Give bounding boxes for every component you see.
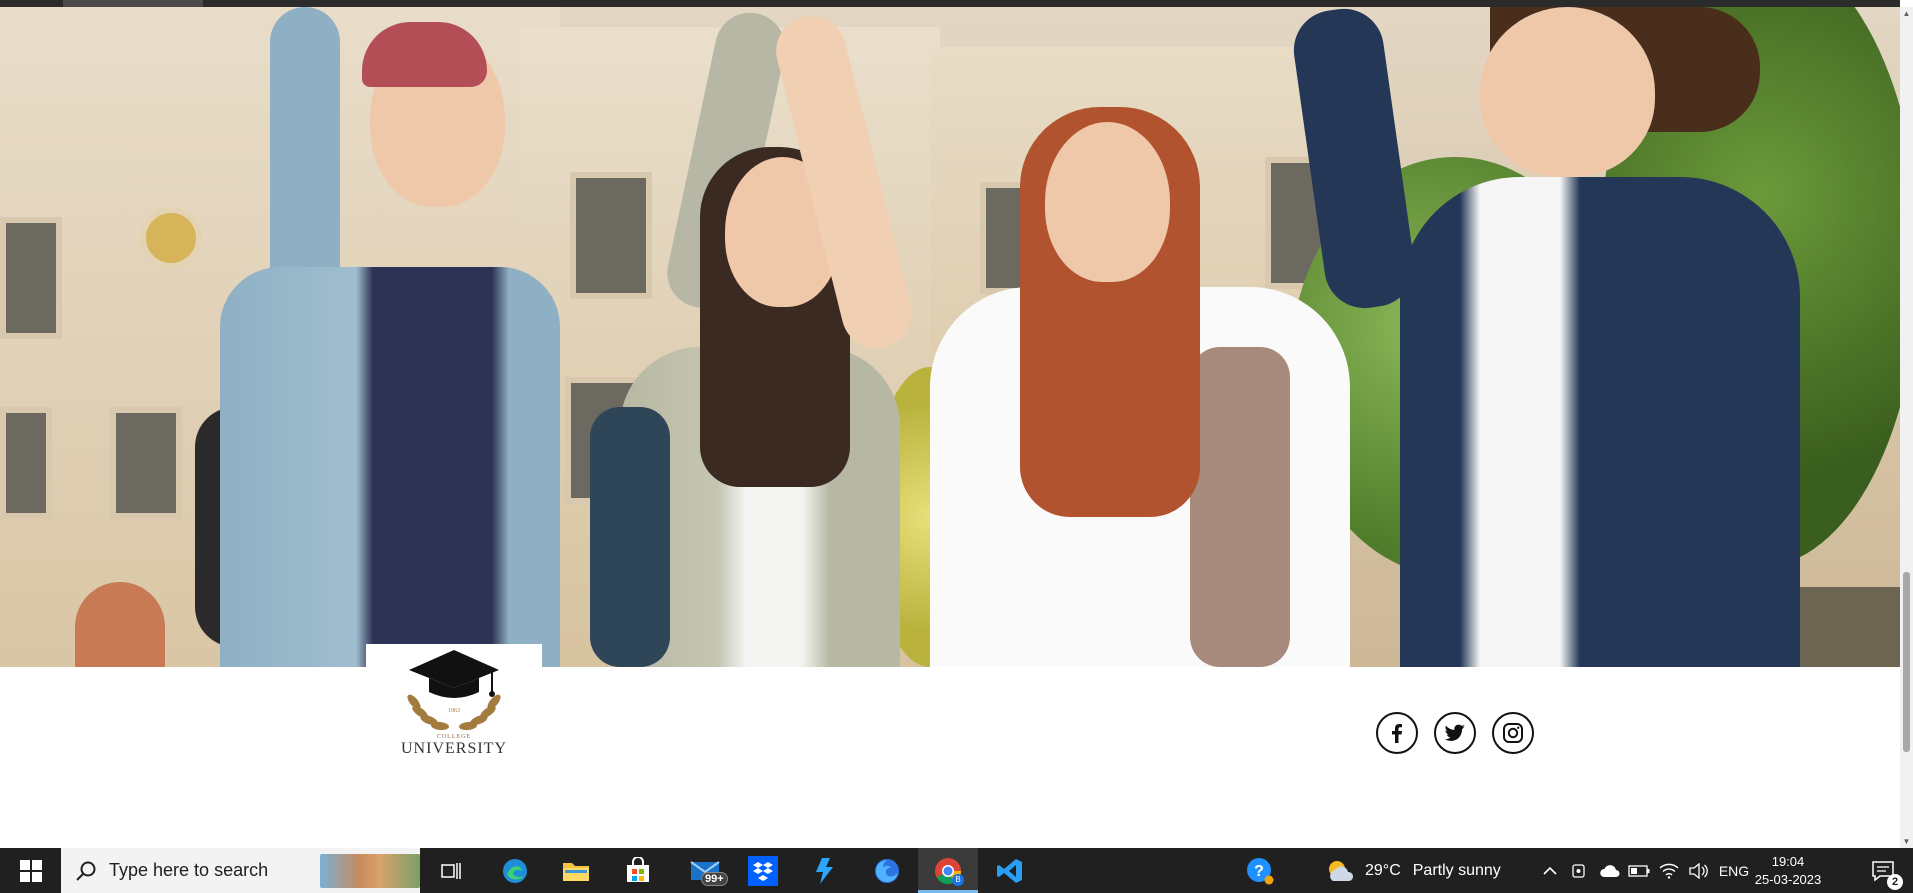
weather-temp: 29°C [1365, 861, 1401, 879]
scroll-thumb[interactable] [1903, 572, 1910, 752]
help-icon: ? [1247, 857, 1274, 884]
lightning-icon [816, 857, 833, 884]
edge-icon [503, 858, 527, 883]
taskbar-search-box[interactable]: Type here to search [61, 848, 420, 893]
weather-widget[interactable]: 29°C Partly sunny [1325, 848, 1525, 893]
university-logo[interactable]: 1963 COLLEGE UNIVERSITY [366, 644, 542, 774]
windows-logo-icon [19, 859, 42, 882]
notification-center-button[interactable]: 2 [1858, 848, 1908, 893]
windows-taskbar: Type here to search 99+ B ? 29°C Partly … [0, 848, 1913, 893]
task-view-button[interactable] [428, 848, 473, 893]
speaker-icon [1689, 862, 1708, 879]
help-app[interactable]: ? [1240, 848, 1280, 893]
show-hidden-icons-button[interactable] [1536, 848, 1564, 893]
hero-image [0, 7, 1900, 667]
task-view-icon [440, 862, 461, 879]
wifi-button[interactable] [1656, 848, 1682, 893]
logo-name: UNIVERSITY [401, 740, 507, 757]
cloud-icon [1600, 864, 1620, 877]
power-automate-app[interactable] [800, 848, 850, 893]
instagram-link[interactable] [1492, 712, 1534, 754]
page-footer [0, 667, 1900, 848]
folder-icon [563, 862, 589, 881]
battery-button[interactable] [1626, 848, 1652, 893]
volume-button[interactable] [1685, 848, 1711, 893]
page-viewport: 1963 COLLEGE UNIVERSITY [0, 7, 1900, 848]
microsoft-store-app[interactable] [612, 848, 664, 893]
mail-badge: 99+ [701, 872, 728, 886]
active-tab-indicator [63, 0, 203, 7]
scroll-up-arrow[interactable]: ▲ [1902, 9, 1911, 18]
store-icon [627, 856, 649, 882]
weather-desc: Partly sunny [1412, 861, 1501, 879]
twitter-link[interactable] [1434, 712, 1476, 754]
firefox-icon [875, 858, 899, 883]
partly-sunny-icon [1329, 860, 1354, 881]
svg-text:?: ? [1254, 863, 1264, 880]
scroll-down-arrow[interactable]: ▼ [1902, 837, 1911, 846]
facebook-icon [1392, 724, 1402, 743]
edge-app[interactable] [489, 848, 541, 893]
instagram-icon [1503, 723, 1523, 743]
logo-year: 1963 [448, 708, 460, 714]
graduation-cap-icon: 1963 [407, 650, 501, 731]
language-label: ENG [1718, 862, 1750, 879]
onedrive-button[interactable] [1597, 848, 1623, 893]
meet-now-button[interactable] [1568, 848, 1594, 893]
system-clock[interactable]: 19:04 25-03-2023 [1752, 848, 1824, 893]
wifi-icon [1659, 863, 1679, 879]
search-placeholder: Type here to search [109, 860, 269, 880]
camera-icon [1572, 863, 1585, 878]
mail-app[interactable]: 99+ [675, 848, 735, 893]
clock-time: 19:04 [1771, 853, 1805, 869]
start-button[interactable] [0, 848, 61, 893]
twitter-icon [1445, 724, 1465, 741]
facebook-link[interactable] [1376, 712, 1418, 754]
search-highlight-image [320, 854, 420, 888]
notification-count: 2 [1887, 874, 1903, 890]
dropbox-icon [748, 855, 778, 886]
vscode-app[interactable] [984, 848, 1036, 893]
vertical-scrollbar[interactable]: ▲ ▼ [1900, 7, 1913, 848]
browser-top-strip [0, 0, 1900, 7]
dropbox-app[interactable] [738, 848, 788, 893]
chevron-up-icon [1543, 866, 1557, 875]
battery-icon [1628, 864, 1650, 877]
clock-date: 25-03-2023 [1754, 871, 1822, 887]
vscode-icon [997, 858, 1022, 883]
language-button[interactable]: ENG [1716, 848, 1752, 893]
firefox-app[interactable] [862, 848, 912, 893]
chrome-profile-badge: B [952, 874, 964, 886]
file-explorer-app[interactable] [550, 848, 602, 893]
social-links [1376, 712, 1534, 754]
search-icon [76, 861, 96, 881]
chrome-app[interactable]: B [918, 848, 978, 893]
